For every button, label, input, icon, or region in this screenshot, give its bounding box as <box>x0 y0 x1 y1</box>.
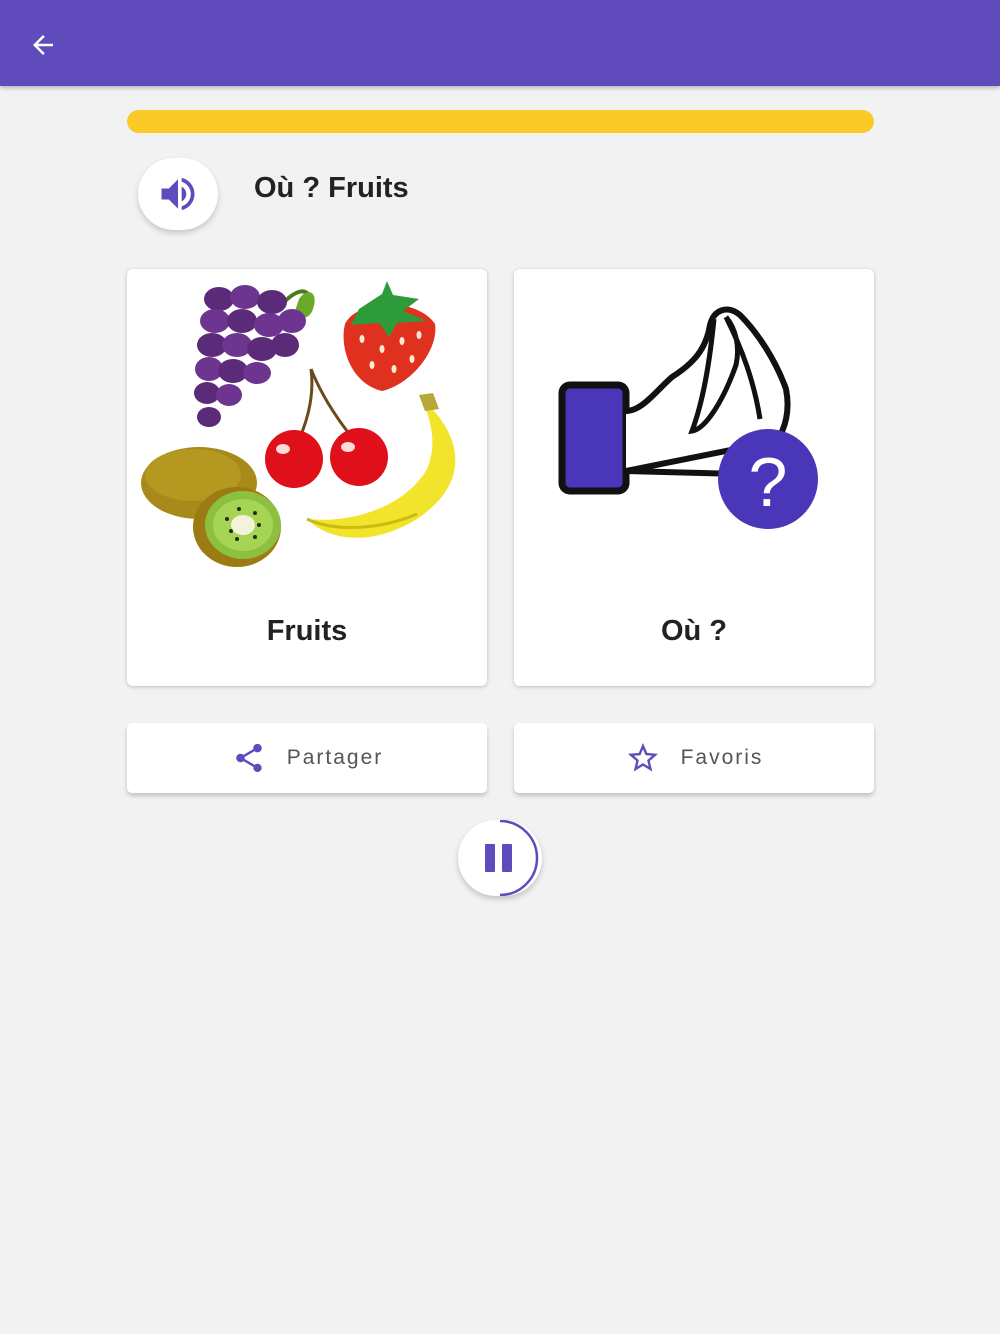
back-button[interactable] <box>18 20 68 70</box>
favorites-label: Favoris <box>680 746 764 769</box>
app-bar <box>0 0 1000 86</box>
share-icon <box>231 740 267 776</box>
fruits-picture <box>141 281 456 567</box>
card-label-where: Où ? <box>660 615 728 647</box>
favorites-button[interactable]: Favoris <box>514 723 874 793</box>
progress-bar <box>127 110 874 133</box>
arrow-left-icon <box>33 35 53 55</box>
progress-bar-fill <box>127 110 874 133</box>
grapes-icon <box>194 285 315 427</box>
pause-button[interactable] <box>458 820 542 896</box>
card-label-fruits: Fruits <box>266 615 348 647</box>
cherries-icon <box>265 368 388 488</box>
kiwi-icon <box>141 447 281 567</box>
share-label: Partager <box>286 746 384 769</box>
pause-icon <box>485 844 515 872</box>
share-button[interactable]: Partager <box>127 723 487 793</box>
card-fruits[interactable]: Fruits <box>127 269 487 686</box>
card-where[interactable]: ? Où ? <box>514 269 874 686</box>
phrase-title: Où ? Fruits <box>254 172 409 204</box>
where-hand-question-picture: ? <box>558 306 818 529</box>
svg-text:?: ? <box>749 443 788 521</box>
speaker-icon <box>161 177 195 211</box>
strawberry-icon <box>343 281 436 391</box>
speak-button[interactable] <box>138 158 218 230</box>
star-outline-icon <box>625 740 661 776</box>
